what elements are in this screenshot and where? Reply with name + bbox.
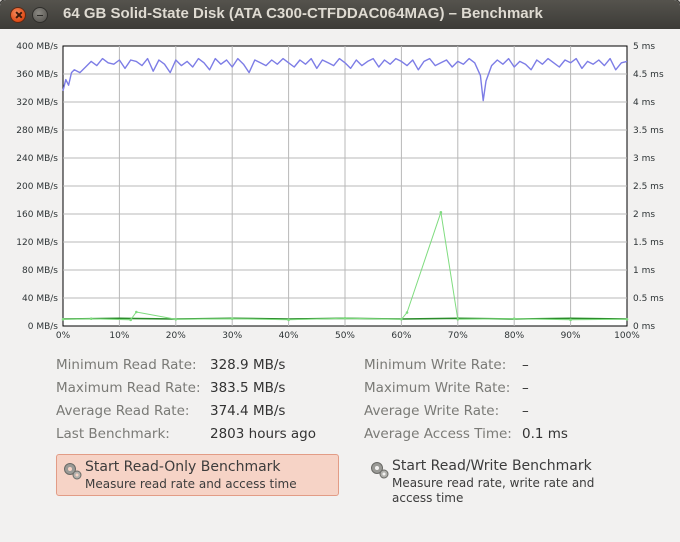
access-time-point [287,318,290,322]
x-tick-label: 90% [561,331,581,341]
y-left-tick-label: 80 MB/s [22,266,58,276]
min-read-value: 328.9 MB/s [210,357,286,373]
y-left-tick-label: 240 MB/s [16,154,58,164]
access-time-point [89,317,93,321]
window-title: 64 GB Solid-State Disk (ATA C300-CTFDDAC… [63,5,543,22]
y-left-tick-label: 200 MB/s [16,182,58,192]
x-tick-label: 60% [391,331,411,341]
min-read-label: Minimum Read Rate: [56,357,197,373]
y-left-tick-label: 160 MB/s [16,210,58,220]
y-left-tick-label: 360 MB/s [16,70,58,80]
y-left-tick-label: 280 MB/s [16,126,58,136]
y-right-tick-label: 3 ms [633,154,655,164]
access-time-point [129,318,132,322]
y-left-tick-label: 0 MB/s [28,322,59,332]
benchmark-graph: 0% 10% 20% 30% 40% 50% 60% 70% 80% 90% 100% 0 MB/s 0… [0,29,680,347]
y-right-tick-label: 1 ms [633,266,655,276]
y-right-tick-label: 3.5 ms [633,126,664,136]
benchmark-chart: 0% 10% 20% 30% 40% 50% 60% 70% 80% 90% 100% 0 MB/s 0… [16,42,664,341]
avg-read-value: 374.4 MB/s [210,403,286,419]
x-tick-label: 100% [614,331,640,341]
avg-write-value: – [522,403,529,419]
access-time-point [405,311,409,314]
start-read-write-benchmark-button[interactable]: Start Read/Write Benchmark Measure read … [364,454,644,510]
access-time-point [625,317,629,321]
max-write-label: Maximum Write Rate: [364,380,511,396]
y-right-tick-label: 2 ms [633,210,655,220]
access-time-point [230,317,234,321]
x-tick-label: 20% [166,331,186,341]
start-read-only-benchmark-button[interactable]: Start Read-Only Benchmark Measure read r… [56,454,339,496]
max-read-label: Maximum Read Rate: [56,380,201,396]
y-left-tick-label: 320 MB/s [16,98,58,108]
access-time-point [174,317,178,321]
last-benchmark-label: Last Benchmark: [56,426,170,442]
gears-icon [371,462,389,479]
min-write-label: Minimum Write Rate: [364,357,507,373]
y-left-tick-label: 40 MB/s [22,294,58,304]
x-tick-label: 30% [222,331,242,341]
benchmark-window: 64 GB Solid-State Disk (ATA C300-CTFDDAC… [0,0,680,542]
access-time-point [400,317,403,321]
access-time-point [456,317,460,321]
x-tick-label: 10% [109,331,129,341]
x-tick-label: 50% [335,331,355,341]
y-left-tick-label: 120 MB/s [16,238,58,248]
avg-read-label: Average Read Rate: [56,403,190,419]
avg-access-value: 0.1 ms [522,426,568,442]
access-time-point [569,318,572,322]
last-benchmark-value: 2803 hours ago [210,426,316,442]
y-left-tick-label: 400 MB/s [16,42,58,52]
max-read-value: 383.5 MB/s [210,380,286,396]
access-time-point [135,310,138,314]
title-bar[interactable]: 64 GB Solid-State Disk (ATA C300-CTFDDAC… [0,0,680,29]
avg-access-label: Average Access Time: [364,426,512,442]
y-right-tick-label: 4 ms [633,98,655,108]
x-tick-label: 0% [56,331,71,341]
x-tick-label: 80% [504,331,524,341]
avg-write-label: Average Write Rate: [364,403,500,419]
y-right-tick-label: 0 ms [633,322,655,332]
max-write-value: – [522,380,529,396]
access-time-point [343,316,347,320]
x-tick-label: 70% [448,331,468,341]
read-only-button-title: Start Read-Only Benchmark [85,459,281,475]
y-right-tick-label: 2.5 ms [633,182,664,192]
y-right-tick-label: 1.5 ms [633,238,664,248]
x-tick-label: 40% [279,331,299,341]
minimize-icon[interactable] [32,7,48,23]
y-right-tick-label: 4.5 ms [633,70,664,80]
close-icon[interactable] [10,7,26,23]
access-time-point [61,317,65,321]
access-time-point [512,317,516,321]
access-time-point [439,211,443,214]
read-write-button-title: Start Read/Write Benchmark [392,458,592,474]
read-only-button-subtitle: Measure read rate and access time [85,477,297,491]
y-right-tick-label: 5 ms [633,42,655,52]
gears-icon [64,463,82,480]
min-write-value: – [522,357,529,373]
read-write-button-subtitle: Measure read rate, write rate and access… [392,476,595,505]
y-right-tick-label: 0.5 ms [633,294,664,304]
